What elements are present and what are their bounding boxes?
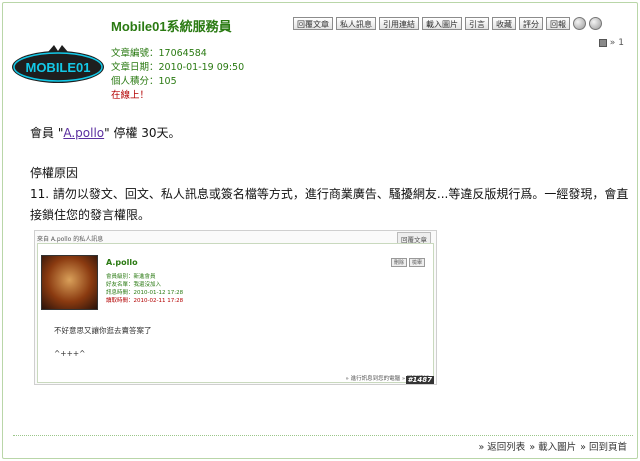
footer-divider — [13, 435, 633, 436]
author-meta: 文章編號：17064584 文章日期：2010-01-19 09:50 個人積分… — [111, 47, 244, 103]
reason-text: 11. 請勿以發文、回文、私人訊息或簽名檔等方式，進行商業廣告、騷擾網友...等… — [30, 187, 629, 222]
evidence-screenshot: 來自 A.pollo 的私人訊息 回覆文章 A.pollo 刪除 檢舉 會員級別… — [34, 230, 437, 385]
footer-nav: » 返回列表 » 載入圖片 » 回到頁首 — [478, 439, 627, 453]
private-message-button[interactable]: 私人訊息 — [336, 17, 376, 30]
screenshot-meta: 會員級別：新進會員 好友名單：我還沒加入 訊息時間：2010-01-12 17:… — [106, 273, 183, 305]
reply-button[interactable]: 回覆文章 — [293, 17, 333, 30]
notice-prefix: 會員 " — [30, 126, 64, 140]
post-number: » 1 — [598, 38, 624, 48]
logo-text: MOBILE01 — [25, 60, 90, 75]
quote-button[interactable]: 引言 — [465, 17, 489, 30]
favorite-button[interactable]: 收藏 — [492, 17, 516, 30]
article-id: 文章編號：17064584 — [111, 48, 207, 59]
quote-link-button[interactable]: 引用連結 — [379, 17, 419, 30]
screenshot-tag: #1487 — [405, 376, 434, 384]
screenshot-message-2: ^+++^ — [54, 349, 86, 358]
personal-points: 個人積分：105 — [111, 76, 177, 87]
suspension-notice: 會員 "A.pollo" 停權 30天。 — [30, 123, 634, 144]
article-date: 文章日期：2010-01-19 09:50 — [111, 62, 245, 73]
rate-button[interactable]: 評分 — [519, 17, 543, 30]
author-name[interactable]: Mobile01系統服務員 — [111, 16, 232, 35]
screenshot-message-box: A.pollo 刪除 檢舉 會員級別：新進會員 好友名單：我還沒加入 訊息時間：… — [37, 243, 434, 383]
screenshot-meta-line: 讀取時間：2010-02-11 17:28 — [106, 298, 184, 304]
report-button[interactable]: 回報 — [546, 17, 570, 30]
screenshot-header: 來自 A.pollo 的私人訊息 — [37, 236, 104, 243]
post-container: MOBILE01 Mobile01系統服務員 回覆文章 私人訊息 引用連結 載入… — [2, 2, 638, 459]
reason-title: 停權原因 — [30, 166, 79, 180]
screenshot-message-1: 不好意思又讓你逛去賣答案了 — [54, 326, 152, 335]
flag-icon[interactable] — [598, 39, 607, 47]
post-number-label: » — [609, 38, 616, 48]
mobile01-logo[interactable]: MOBILE01 — [10, 43, 106, 85]
back-to-top-link[interactable]: » 回到頁首 — [580, 439, 627, 453]
avatar — [41, 255, 98, 310]
screenshot-buttons: 刪除 檢舉 — [390, 258, 425, 267]
screenshot-report-button: 檢舉 — [408, 258, 425, 267]
notice-suffix: " 停權 30天。 — [104, 126, 181, 140]
load-images-link[interactable]: » 載入圖片 — [529, 439, 576, 453]
back-to-list-link[interactable]: » 返回列表 — [478, 439, 525, 453]
screenshot-meta-line: 好友名單：我還沒加入 — [106, 282, 162, 288]
screenshot-delete-button: 刪除 — [390, 258, 407, 267]
online-status: 在線上！ — [111, 90, 150, 101]
screenshot-sender-name: A.pollo — [106, 258, 138, 267]
settings-icon[interactable] — [573, 17, 586, 30]
screenshot-meta-line: 會員級別：新進會員 — [106, 274, 156, 280]
up-arrow-icon[interactable] — [589, 17, 602, 30]
post-toolbar: 回覆文章 私人訊息 引用連結 載入圖片 引言 收藏 評分 回報 — [293, 17, 602, 30]
post-content: 會員 "A.pollo" 停權 30天。 停權原因 11. 請勿以發文、回文、私… — [30, 123, 634, 226]
member-link[interactable]: A.pollo — [63, 126, 104, 140]
post-number-value: 1 — [618, 38, 624, 48]
load-images-button[interactable]: 載入圖片 — [422, 17, 462, 30]
screenshot-meta-line: 訊息時間：2010-01-12 17:28 — [106, 290, 184, 296]
